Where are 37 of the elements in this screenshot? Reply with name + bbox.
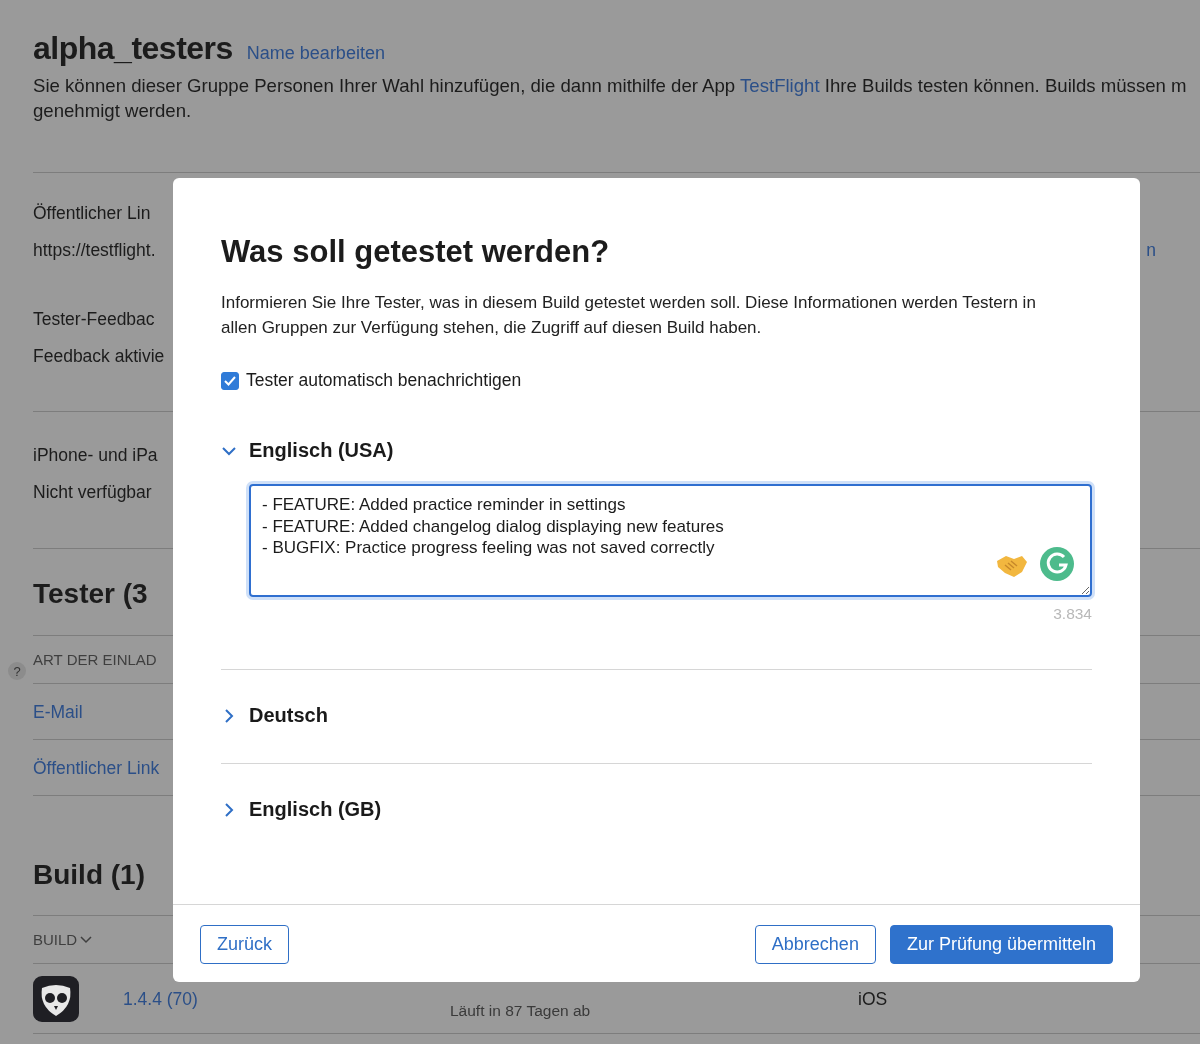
dialog-description: Informieren Sie Ihre Tester, was in diesem Build getestet werden soll. Diese Informationen werden Testern in allen Gruppen zur Verfügung stehen, die Zugriff auf diesen Build haben. [221,292,1037,339]
submit-button[interactable]: Zur Prüfung übermitteln [889,925,1113,964]
build-version-link[interactable]: 1.4.4 (70) [123,988,450,1010]
notes-field[interactable]: - FEATURE: Added practice reminder in settings - FEATURE: Added changelog dialog displaying new features - BUGFIX: Practice progress feeling was not saved correctly [249,484,1092,597]
group-title: alpha_testers [33,30,233,67]
invitation-link[interactable]: E-Mail [33,700,83,724]
setting-value: https://testflight. [33,239,156,262]
back-button[interactable]: Zurück [200,925,289,964]
checkbox[interactable] [221,371,239,390]
build-platform: iOS [858,988,888,1010]
dialog-title: Was soll getestet werden? [221,234,611,270]
setting-value: Feedback aktivie [33,345,165,368]
setting-label: iPhone- und iPa [33,444,158,467]
locale-toggle[interactable]: Englisch (GB) [249,798,382,821]
build-status-detail: Läuft in 87 Tagen ab [450,1001,592,1020]
column-header: ART DER EINLAD [33,650,157,670]
invitation-link[interactable]: Öffentlicher Link [33,756,160,780]
edit-name-link[interactable]: Name bearbeiten [246,43,385,64]
chevron-down-icon [80,936,93,944]
setting-link[interactable]: n [1146,238,1156,262]
help-button[interactable]: ? [8,662,26,680]
setting-label: Öffentlicher Lin [33,202,151,225]
setting-value: Nicht verfügbar [33,481,152,504]
locale-toggle[interactable]: Englisch (USA) [249,439,394,462]
section-heading: Build (1) [33,858,145,892]
writing-assistant-icon [1040,547,1074,581]
character-counter: 3.834 [1053,605,1092,622]
section-heading: Tester (3 [33,577,148,611]
setting-label: Tester-Feedbac [33,308,155,331]
column-header[interactable]: BUILD [33,930,78,950]
locale-toggle[interactable]: Deutsch [249,704,328,727]
owl-app-icon [33,976,79,1022]
group-description: Sie können dieser Gruppe Personen Ihrer Wahl hinzufügen, die dann mithilfe der App TestFlight Ihre Builds testen können. Builds müssen m genehmigt werden. [33,74,1187,123]
checkbox-label[interactable]: Tester automatisch benachrichtigen [246,370,522,391]
testflight-link[interactable]: TestFlight [740,75,820,96]
cancel-button[interactable]: Abbrechen [754,925,876,964]
handshake-icon [996,553,1028,579]
